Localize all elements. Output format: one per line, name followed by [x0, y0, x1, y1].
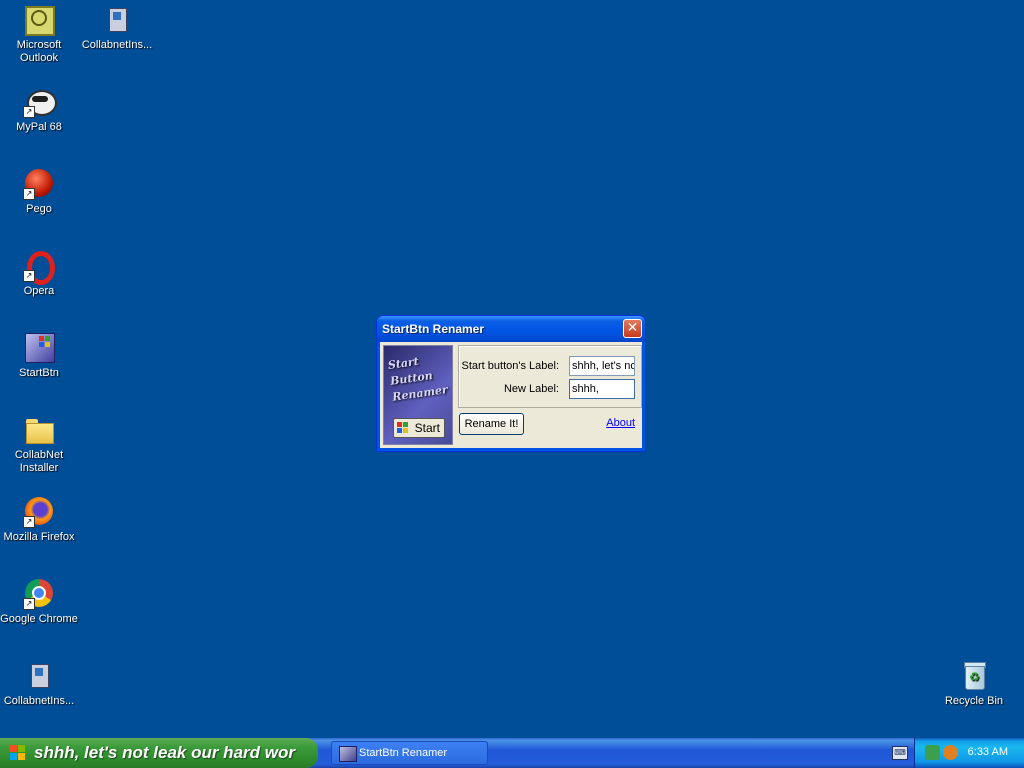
windows-flag-icon	[10, 745, 26, 761]
icon-label: CollabnetIns...	[3, 695, 75, 707]
desktop-icon-startbtn[interactable]: StartBtn	[0, 332, 78, 380]
preview-start-label: Start	[414, 421, 440, 435]
taskbar: shhh, let's not leak our hard wor StartB…	[0, 738, 1024, 768]
keyboard-icon[interactable]: ⌨	[892, 746, 908, 760]
startbtn-logo: Start Button Renamer Start	[383, 345, 453, 445]
icon-label: Opera	[23, 285, 55, 297]
dialog-client-area: Start Button Renamer Start Start button'…	[380, 342, 642, 448]
firefox-icon: ↗	[23, 496, 55, 528]
opera-icon: ↗	[23, 250, 55, 285]
icon-label: StartBtn	[19, 367, 59, 379]
desktop-icon-collabnet-installer-2[interactable]: CollabnetIns...	[0, 660, 78, 708]
desktop-icon-google-chrome[interactable]: ↗ Google Chrome	[0, 578, 78, 626]
outlook-icon	[23, 4, 55, 36]
shortcut-arrow-icon: ↗	[23, 270, 35, 282]
desktop-icon-opera[interactable]: ↗ Opera	[0, 250, 78, 298]
icon-label: Pego	[26, 203, 52, 215]
title-bar[interactable]: StartBtn Renamer ✕	[377, 316, 645, 342]
icon-label: Google Chrome	[0, 613, 78, 625]
icon-label: Outlook	[20, 52, 58, 64]
chrome-icon: ↗	[23, 578, 55, 610]
shortcut-arrow-icon: ↗	[23, 516, 35, 528]
windows-flag-icon	[397, 422, 409, 434]
startbtn-renamer-window: StartBtn Renamer ✕ Start Button Renamer …	[376, 315, 646, 452]
startbtn-icon	[23, 332, 55, 364]
rename-button[interactable]: Rename It!	[459, 413, 524, 435]
current-label-field[interactable]: shhh, let's not leak our hard wor	[569, 356, 635, 376]
new-label-input[interactable]: shhh,	[569, 379, 635, 399]
desktop-icon-collabnet-installer-1[interactable]: CollabnetIns...	[78, 4, 156, 52]
icon-label: CollabNet	[14, 449, 64, 461]
desktop-icon-mozilla-firefox[interactable]: ↗ Mozilla Firefox	[0, 496, 78, 544]
icon-label: Installer	[19, 462, 59, 474]
taskbar-item-startbtn-renamer[interactable]: StartBtn Renamer	[331, 741, 488, 765]
desktop-icon-collabnet-installer-folder[interactable]: CollabNet Installer	[0, 414, 78, 475]
current-label-caption: Start button's Label:	[461, 360, 560, 372]
start-button[interactable]: shhh, let's not leak our hard wor	[0, 738, 318, 768]
close-icon[interactable]: ✕	[623, 319, 642, 338]
icon-label: Mozilla Firefox	[3, 531, 75, 543]
shortcut-arrow-icon: ↗	[23, 598, 35, 610]
installer-icon	[23, 660, 55, 692]
desktop-icon-mypal[interactable]: ↗ MyPal 68	[0, 86, 78, 134]
shortcut-arrow-icon: ↗	[23, 188, 35, 200]
icon-label: CollabnetIns...	[81, 39, 153, 51]
system-tray: 6:33 AM	[914, 738, 1024, 768]
window-title: StartBtn Renamer	[382, 322, 485, 336]
icon-label: Recycle Bin	[944, 695, 1004, 707]
desktop-icon-recycle-bin[interactable]: ♻ Recycle Bin	[935, 660, 1013, 708]
startbtn-icon	[339, 746, 357, 762]
icon-label: MyPal 68	[16, 121, 62, 133]
about-link[interactable]: About	[606, 417, 635, 429]
installer-icon	[101, 4, 133, 36]
new-label-caption: New Label:	[503, 383, 559, 395]
desktop-icon-pego[interactable]: ↗ Pego	[0, 168, 78, 216]
network-icon[interactable]	[925, 745, 940, 760]
shortcut-arrow-icon: ↗	[23, 106, 35, 118]
start-button-label: shhh, let's not leak our hard wor	[34, 743, 295, 762]
recycle-bin-icon: ♻	[958, 660, 990, 692]
folder-icon	[23, 414, 55, 446]
taskbar-item-label: StartBtn Renamer	[359, 747, 448, 759]
desktop-icon-microsoft-outlook[interactable]: Microsoft Outlook	[0, 4, 78, 65]
search-icon[interactable]	[943, 745, 958, 760]
preview-start-button: Start	[393, 418, 445, 438]
icon-label: Microsoft	[16, 39, 62, 51]
logo-text: Start Button Renamer	[387, 350, 449, 405]
label-group: Start button's Label: shhh, let's not le…	[458, 345, 642, 408]
pego-icon: ↗	[23, 168, 55, 200]
mypal-icon: ↗	[23, 86, 57, 118]
clock[interactable]: 6:33 AM	[968, 746, 1008, 758]
